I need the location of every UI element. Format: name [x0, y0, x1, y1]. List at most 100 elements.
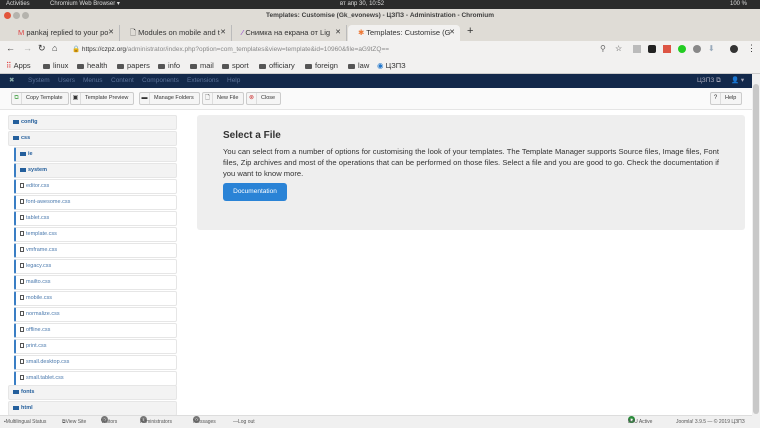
menu-menus[interactable]: Menus [83, 74, 103, 88]
file-item[interactable]: font-awesome.css [14, 195, 177, 210]
menu-icon[interactable]: ⋮ [747, 43, 756, 54]
file-icon [20, 231, 24, 237]
maximize-window-icon[interactable] [22, 12, 29, 19]
new-file-button[interactable]: 🗋 New File [202, 92, 245, 105]
panel-description: You can select from a number of options … [223, 147, 719, 178]
close-tab-icon[interactable]: ✕ [335, 25, 341, 41]
bookmarks-bar: ⠿ Apps linux health papers info mail spo… [0, 58, 760, 74]
bookmark-star-icon[interactable]: ☆ [615, 44, 622, 53]
close-window-icon[interactable] [4, 12, 11, 19]
file-item[interactable]: offline.css [14, 323, 177, 338]
documentation-button[interactable]: Documentation [223, 183, 287, 201]
extension-icon[interactable] [648, 45, 656, 53]
menu-help[interactable]: Help [227, 74, 240, 88]
help-button[interactable]: ? Help [710, 92, 743, 105]
bookmark-czpz[interactable]: ◉ ЦЗПЗ [377, 58, 406, 74]
apps-grid-icon: ⠿ [6, 61, 14, 70]
zoom-icon[interactable]: ⚲ [600, 44, 606, 53]
folder-ie[interactable]: ie [14, 147, 177, 162]
bookmark-folder[interactable]: info [158, 58, 180, 74]
folder-open-icon [20, 167, 26, 172]
folder-icon [117, 63, 124, 69]
panel-title: Select a File [223, 130, 281, 141]
menu-extensions[interactable]: Extensions [187, 74, 219, 88]
menu-system[interactable]: System [28, 74, 50, 88]
bookmark-folder[interactable]: papers [117, 58, 150, 74]
template-preview-button[interactable]: ▣ Template Preview [70, 92, 135, 105]
app-menu[interactable]: Chromium Web Browser ▾ [50, 0, 120, 9]
file-item[interactable]: legacy.css [14, 259, 177, 274]
file-item[interactable]: print.css [14, 339, 177, 354]
file-icon [20, 343, 24, 349]
bookmark-folder[interactable]: sport [222, 58, 249, 74]
profile-icon[interactable] [730, 45, 738, 53]
file-item[interactable]: normalize.css [14, 307, 177, 322]
file-icon [20, 375, 24, 381]
site-link[interactable]: ЦЗПЗ ⧉ [697, 74, 721, 88]
folder-system[interactable]: system [14, 163, 177, 178]
joomla-logo-icon[interactable]: ✖ [9, 74, 14, 88]
tab-screenshot[interactable]: ⁄ Снимка на екрана от Lig ✕ [232, 25, 347, 41]
file-item[interactable]: editor.css [14, 179, 177, 194]
close-tab-icon[interactable]: ✕ [449, 25, 455, 41]
folder-html[interactable]: html [8, 401, 177, 416]
download-icon[interactable]: ⬇ [708, 44, 715, 53]
close-tab-icon[interactable]: ✕ [220, 25, 226, 41]
file-icon [20, 311, 24, 317]
close-tab-icon[interactable]: ✕ [108, 25, 114, 41]
bookmark-folder[interactable]: officiary [259, 58, 295, 74]
folder-icon [259, 63, 266, 69]
manage-folders-button[interactable]: ▬ Manage Folders [139, 92, 200, 105]
folder-icon [305, 63, 312, 69]
multilingual-status[interactable]: ▪ Multilingual Status [4, 416, 46, 428]
extension-g-icon[interactable] [633, 45, 641, 53]
file-item[interactable]: vmframe.css [14, 243, 177, 258]
file-item[interactable]: mailto.css [14, 275, 177, 290]
minimize-window-icon[interactable] [13, 12, 20, 19]
folder-config[interactable]: config [8, 115, 177, 130]
clock[interactable]: вт апр 30, 10:52 [340, 0, 384, 9]
window-title: Templates: Customise (Gk_evonews) - ЦЗПЗ… [265, 12, 494, 19]
folder-icon [158, 63, 165, 69]
folder-open-icon [13, 405, 19, 410]
extension-icon[interactable] [693, 45, 701, 53]
back-icon[interactable]: ← [6, 43, 15, 53]
menu-content[interactable]: Content [111, 74, 134, 88]
menu-users[interactable]: Users [58, 74, 75, 88]
copy-icon: ⧉ [12, 93, 22, 104]
bookmark-folder[interactable]: law [348, 58, 369, 74]
forward-icon[interactable]: → [23, 43, 32, 53]
bookmark-folder[interactable]: linux [43, 58, 68, 74]
file-item[interactable]: mobile.css [14, 291, 177, 306]
logout-link[interactable]: — Log out [233, 416, 255, 428]
battery-status[interactable]: 100 % [730, 0, 747, 9]
file-item[interactable]: template.css [14, 227, 177, 242]
scrollbar-thumb[interactable] [753, 84, 759, 414]
bookmark-folder[interactable]: foreign [305, 58, 338, 74]
close-button[interactable]: ⊗ Close [246, 92, 282, 105]
tab-gmail[interactable]: M pankaj replied to your po ✕ [8, 25, 120, 41]
folder-fonts[interactable]: fonts [8, 385, 177, 400]
folder-css[interactable]: css [8, 131, 177, 146]
file-item[interactable]: small.tablet.css [14, 371, 177, 386]
activities-button[interactable]: Activities [6, 0, 30, 9]
toolbar: ⧉ Copy Template ▣ Template Preview ▬ Manage… [0, 88, 752, 110]
file-item[interactable]: small.desktop.css [14, 355, 177, 370]
home-icon[interactable]: ⌂ [52, 43, 57, 53]
extension-icon[interactable] [663, 45, 671, 53]
bookmark-folder[interactable]: mail [190, 58, 214, 74]
bookmark-apps[interactable]: ⠿ Apps [6, 58, 31, 74]
reload-icon[interactable]: ↻ [38, 43, 46, 54]
copy-template-button[interactable]: ⧉ Copy Template [11, 92, 69, 105]
new-tab-button[interactable]: + [467, 25, 473, 37]
page-scrollbar[interactable] [752, 74, 760, 428]
tab-templates[interactable]: ✱ Templates: Customise (G ✕ [348, 25, 460, 41]
file-item[interactable]: tablet.css [14, 211, 177, 226]
menu-components[interactable]: Components [142, 74, 179, 88]
bookmark-folder[interactable]: health [77, 58, 107, 74]
user-menu[interactable]: 👤 ▾ [731, 74, 744, 88]
extension-icon[interactable] [678, 45, 686, 53]
tab-modules[interactable]: 🗋 Modules on mobile and t ✕ [120, 25, 232, 41]
view-site-link[interactable]: ⧉ View Site [62, 416, 86, 428]
url-input[interactable]: 🔒 https://czpz.org/administrator/index.p… [72, 43, 642, 56]
